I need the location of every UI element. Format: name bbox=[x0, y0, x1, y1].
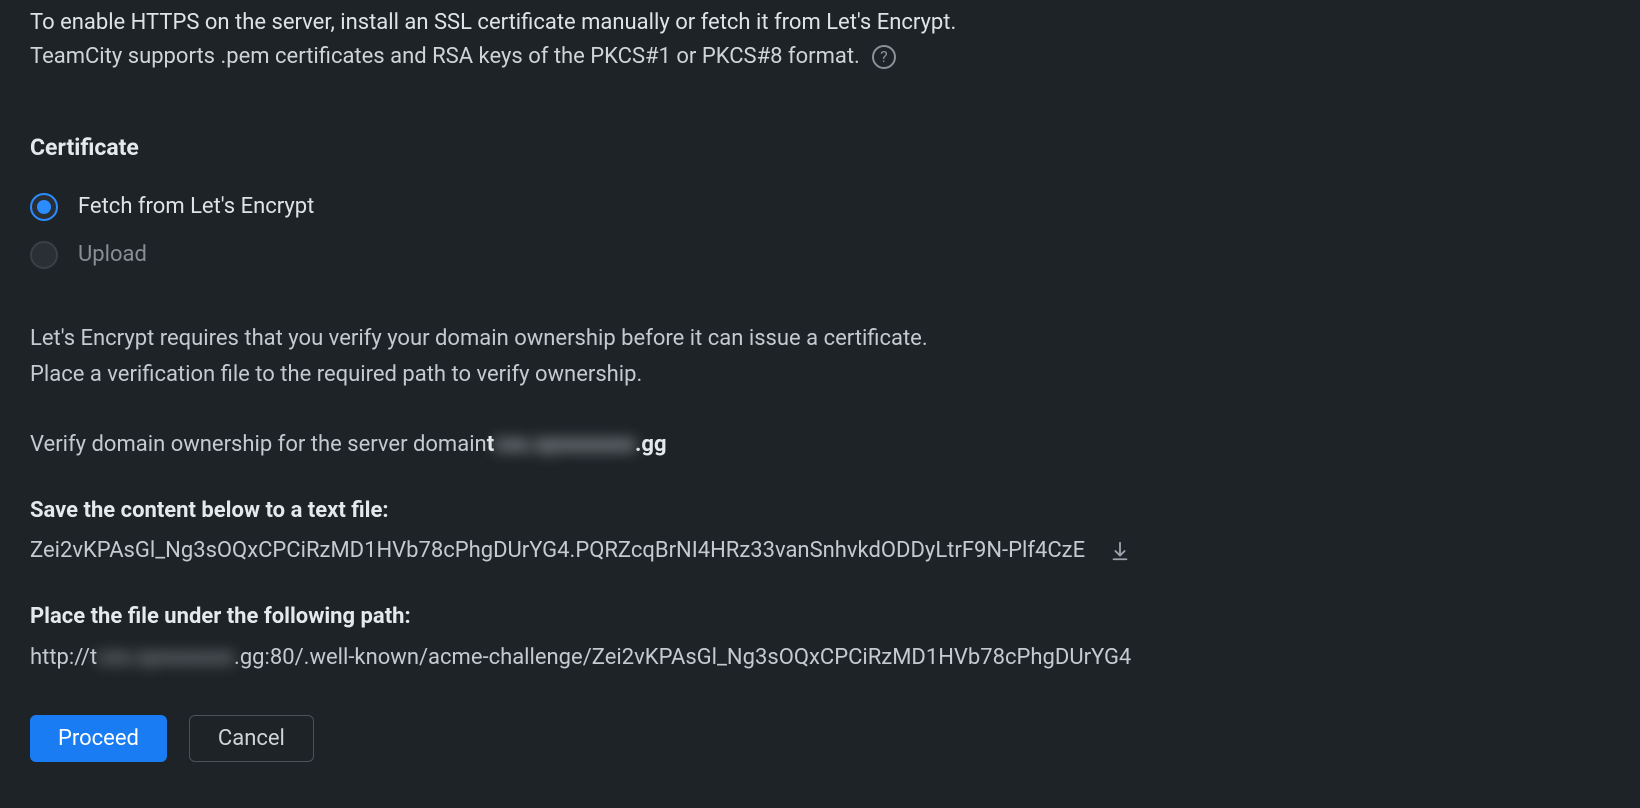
path-hidden: cxx.xyxxxxxxx bbox=[97, 641, 234, 675]
domain-end: .gg bbox=[635, 428, 667, 462]
place-file-heading: Place the file under the following path: bbox=[30, 600, 1610, 634]
domain-hidden: cxx.xyxxxxxxx bbox=[494, 428, 635, 462]
radio-label-upload: Upload bbox=[78, 238, 147, 272]
certificate-heading: Certificate bbox=[30, 130, 1610, 166]
verify-prefix: Verify domain ownership for the server d… bbox=[30, 428, 487, 462]
action-buttons: Proceed Cancel bbox=[30, 715, 1610, 762]
radio-icon bbox=[30, 241, 58, 269]
radio-icon bbox=[30, 193, 58, 221]
verify-domain-line: Verify domain ownership for the server d… bbox=[30, 428, 1610, 462]
challenge-content: Zei2vKPAsGl_Ng3sOQxCPCiRzMD1HVb78cPhgDUr… bbox=[30, 534, 1085, 568]
radio-fetch-lets-encrypt[interactable]: Fetch from Let's Encrypt bbox=[30, 190, 1610, 224]
path-prefix: http://t bbox=[30, 641, 97, 675]
help-icon[interactable]: ? bbox=[872, 45, 896, 69]
proceed-button[interactable]: Proceed bbox=[30, 715, 167, 762]
certificate-radio-group: Fetch from Let's Encrypt Upload bbox=[30, 190, 1610, 272]
intro-line-2: TeamCity supports .pem certificates and … bbox=[30, 40, 860, 74]
save-content-heading: Save the content below to a text file: bbox=[30, 494, 1610, 528]
intro-line-1: To enable HTTPS on the server, install a… bbox=[30, 6, 1610, 40]
radio-upload[interactable]: Upload bbox=[30, 238, 1610, 272]
path-suffix: .gg:80/.well-known/acme-challenge/Zei2vK… bbox=[234, 641, 1131, 675]
cancel-button[interactable]: Cancel bbox=[189, 715, 314, 762]
domain-start: t bbox=[487, 428, 494, 462]
lets-encrypt-note-2: Place a verification file to the require… bbox=[30, 358, 1610, 392]
challenge-path: http://tcxx.xyxxxxxxx.gg:80/.well-known/… bbox=[30, 641, 1610, 675]
lets-encrypt-note-1: Let's Encrypt requires that you verify y… bbox=[30, 322, 1610, 356]
radio-label-fetch: Fetch from Let's Encrypt bbox=[78, 190, 314, 224]
download-icon[interactable] bbox=[1109, 540, 1131, 562]
